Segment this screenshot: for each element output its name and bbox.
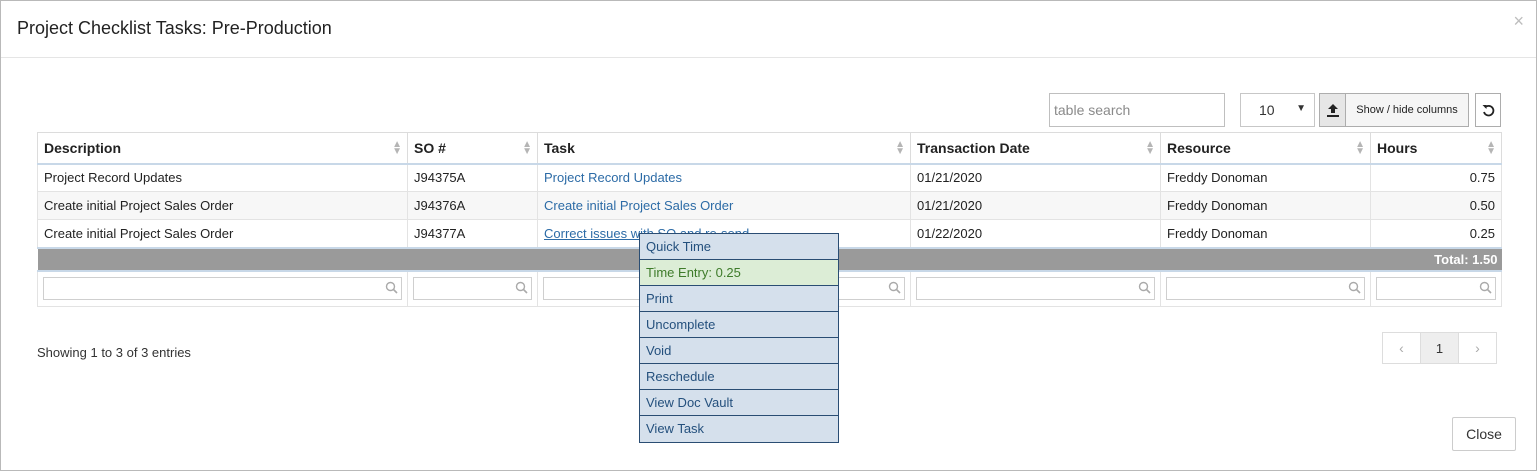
table-row: Create initial Project Sales Order J9437…: [37, 191, 1502, 220]
menu-item-void[interactable]: Void: [640, 338, 838, 364]
cell-so: J94376A: [407, 191, 538, 220]
search-icon: [515, 282, 528, 294]
column-header-hours[interactable]: Hours ▲ ▼: [1370, 132, 1502, 165]
menu-item-time-entry[interactable]: Time Entry: 0.25: [640, 260, 838, 286]
cell-date: 01/21/2020: [910, 191, 1161, 220]
menu-item-uncomplete[interactable]: Uncomplete: [640, 312, 838, 338]
search-icon: [1348, 282, 1361, 294]
column-header-transaction-date[interactable]: Transaction Date ▲ ▼: [910, 132, 1161, 165]
task-link[interactable]: Project Record Updates: [544, 170, 682, 185]
sort-icon: ▲ ▼: [522, 139, 532, 157]
reset-button[interactable]: [1475, 93, 1501, 127]
column-header-so[interactable]: SO # ▲ ▼: [407, 132, 538, 165]
modal-title: Project Checklist Tasks: Pre-Production: [17, 18, 332, 38]
menu-item-reschedule[interactable]: Reschedule: [640, 364, 838, 390]
filter-input-description[interactable]: [43, 277, 402, 301]
menu-item-view-task[interactable]: View Task: [640, 416, 838, 442]
cell-description: Create initial Project Sales Order: [37, 191, 408, 220]
cell-description: Project Record Updates: [37, 163, 408, 192]
sort-icon: ▲ ▼: [1486, 139, 1496, 157]
column-header-resource[interactable]: Resource ▲ ▼: [1160, 132, 1371, 165]
pager-next-button[interactable]: ›: [1458, 332, 1497, 364]
export-button[interactable]: [1319, 93, 1346, 127]
cell-task: Create initial Project Sales Order: [537, 191, 911, 220]
show-hide-columns-button[interactable]: Show / hide columns: [1345, 93, 1469, 127]
caret-down-icon: ▼: [1296, 103, 1306, 114]
pager-prev-button[interactable]: ‹: [1382, 332, 1421, 364]
cell-resource: Freddy Donoman: [1160, 191, 1371, 220]
column-header-task[interactable]: Task ▲ ▼: [537, 132, 911, 165]
sort-icon: ▲ ▼: [1355, 139, 1365, 157]
cell-hours: 0.75: [1370, 163, 1502, 192]
filter-input-hours[interactable]: [1376, 277, 1496, 301]
cell-resource: Freddy Donoman: [1160, 163, 1371, 192]
context-menu: Quick Time Time Entry: 0.25 Print Uncomp…: [639, 233, 839, 443]
sort-icon: ▲ ▼: [895, 139, 905, 157]
search-icon: [888, 282, 901, 294]
page-size-value: 10: [1259, 102, 1275, 118]
pagination: ‹ 1 ›: [1382, 332, 1497, 364]
cell-resource: Freddy Donoman: [1160, 219, 1371, 248]
search-icon: [1479, 282, 1492, 294]
cell-date: 01/22/2020: [910, 219, 1161, 248]
close-button[interactable]: Close: [1452, 417, 1516, 451]
menu-item-print[interactable]: Print: [640, 286, 838, 312]
column-header-description[interactable]: Description ▲ ▼: [37, 132, 408, 165]
menu-item-quick-time[interactable]: Quick Time: [640, 234, 838, 260]
sort-icon: ▲ ▼: [1145, 139, 1155, 157]
cell-description: Create initial Project Sales Order: [37, 219, 408, 248]
filter-input-transaction-date[interactable]: [916, 277, 1155, 301]
cell-so: J94377A: [407, 219, 538, 248]
table-header-row: Description ▲ ▼ SO # ▲ ▼ Task ▲ ▼ Transaction …: [37, 132, 1502, 165]
refresh-icon: [1482, 104, 1494, 116]
close-icon[interactable]: ×: [1513, 11, 1524, 32]
table-search-input[interactable]: [1049, 93, 1225, 127]
task-link[interactable]: Create initial Project Sales Order: [544, 198, 733, 213]
upload-icon: [1326, 103, 1339, 117]
search-icon: [1138, 282, 1151, 294]
filter-input-resource[interactable]: [1166, 277, 1365, 301]
filter-input-so[interactable]: [413, 277, 532, 301]
cell-date: 01/21/2020: [910, 163, 1161, 192]
cell-so: J94375A: [407, 163, 538, 192]
page-size-select[interactable]: 10 ▼: [1240, 93, 1315, 127]
cell-task: Project Record Updates: [537, 163, 911, 192]
search-icon: [385, 282, 398, 294]
modal-header: Project Checklist Tasks: Pre-Production …: [1, 1, 1536, 58]
pager-page-1[interactable]: 1: [1420, 332, 1459, 364]
cell-hours: 0.50: [1370, 191, 1502, 220]
cell-hours: 0.25: [1370, 219, 1502, 248]
table-info: Showing 1 to 3 of 3 entries: [37, 345, 191, 360]
sort-icon: ▲ ▼: [392, 139, 402, 157]
menu-item-view-doc-vault[interactable]: View Doc Vault: [640, 390, 838, 416]
table-row: Project Record Updates J94375A Project R…: [37, 163, 1502, 192]
